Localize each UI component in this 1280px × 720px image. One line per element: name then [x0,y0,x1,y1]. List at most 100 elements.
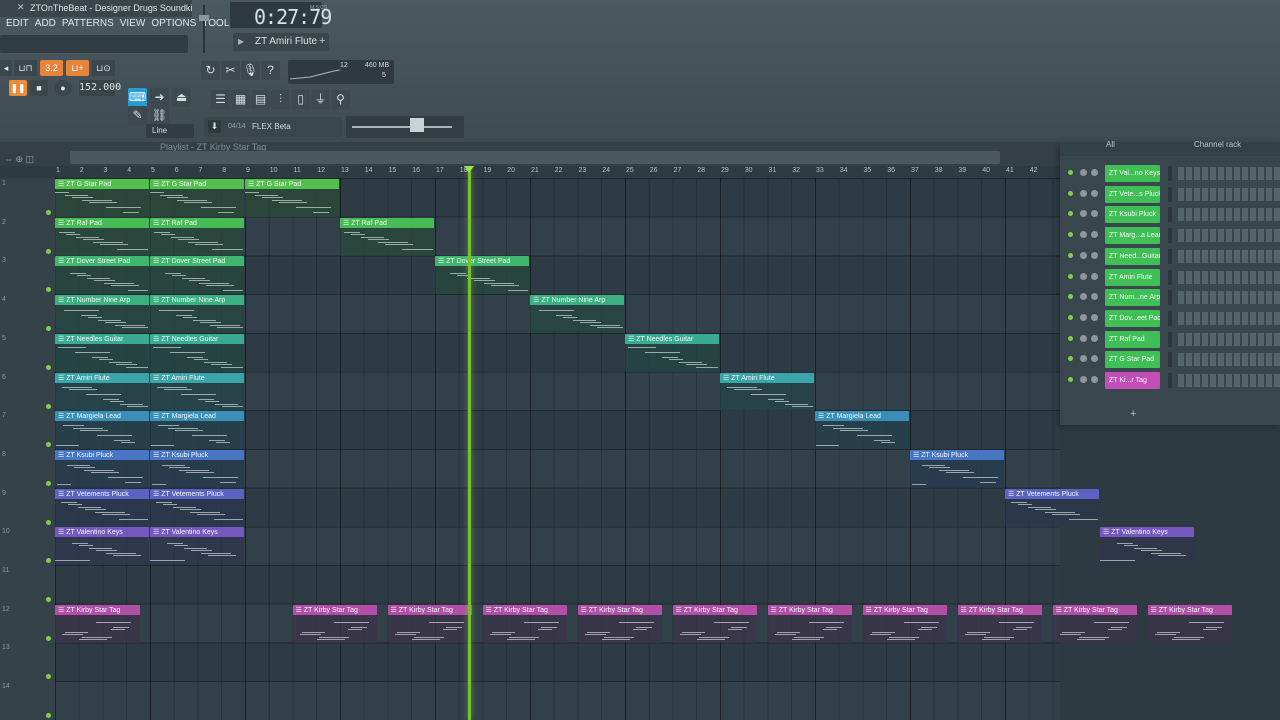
channel-name-button[interactable]: ZT Dov...eet Pad [1105,309,1160,327]
pattern-clip[interactable]: ☰ ZT Kirby Star Tag [1147,604,1232,643]
pattern-clip[interactable]: ☰ ZT Kirby Star Tag [482,604,567,643]
pattern-mode-button[interactable]: 3.2 [40,60,63,76]
track-mute-led[interactable] [46,364,51,370]
step-sequencer[interactable] [1178,332,1280,346]
step-sequencer[interactable] [1178,167,1280,180]
channel-pan-knob[interactable] [1080,376,1087,383]
pattern-clip[interactable]: ☰ ZT Valentino Keys [1100,527,1194,566]
channel-pan-knob[interactable] [1080,210,1087,218]
metronome-icon[interactable]: ⏏ [172,88,191,107]
channel-name-button[interactable]: ZT Ki...r Tag [1105,372,1160,389]
arrow-icon[interactable]: ➜ [150,88,169,107]
channel-mute-led[interactable] [1068,356,1073,362]
close-icon[interactable]: ✕ [17,2,25,13]
track-mute-led[interactable] [46,558,51,564]
channel-row[interactable]: ZT Vete...s Pluck [1060,185,1280,206]
channel-volume-knob[interactable] [1091,210,1098,218]
step-edit-icon[interactable]: ⊔⊓ [14,60,37,76]
pattern-clip[interactable]: ☰ ZT Kirby Star Tag [1052,604,1137,643]
channel-mute-led[interactable] [1068,252,1073,258]
step-sequencer[interactable] [1178,374,1280,387]
step-sequencer[interactable] [1178,187,1280,201]
channel-row[interactable]: ZT Raf Pad [1060,330,1280,351]
channel-pan-knob[interactable] [1080,231,1087,239]
channel-name-button[interactable]: ZT Marg...a Lead [1105,227,1160,245]
playhead-line[interactable] [468,168,471,720]
step-sequencer[interactable] [1178,291,1280,305]
pattern-clip[interactable]: ☰ ZT Margiela Lead [815,411,909,450]
pattern-clip[interactable]: ☰ ZT Number Nine Arp [150,295,244,334]
playhead-marker-icon[interactable] [464,166,474,173]
playlist-grid[interactable]: ☰ ZT G Star Pad ☰ ZT G Star Pad ☰ ZT G Sta… [55,178,1232,720]
help-icon[interactable]: ? [261,61,280,80]
track-mute-led[interactable] [46,442,51,448]
channel-hint[interactable]: ▶ ZT Amiri Flute + [233,33,329,51]
preview-strip[interactable] [346,116,464,138]
channel-pan-knob[interactable] [1080,272,1087,280]
channel-mute-led[interactable] [1068,170,1073,175]
stop-icon[interactable]: ■ [30,80,48,96]
download-icon[interactable]: ⬇ [208,120,221,133]
pattern-clip[interactable]: ☰ ZT Amiri Flute [55,372,149,411]
blend-notes-icon[interactable]: ⊔+ [66,60,89,76]
channel-name-button[interactable]: ZT Need...Guitar [1105,247,1160,265]
pattern-clip[interactable]: ☰ ZT Kirby Star Tag [957,604,1042,643]
pattern-clip[interactable]: ☰ ZT Vetements Pluck [150,488,244,527]
piano-roll-icon[interactable]: ▦ [231,90,250,109]
channel-name-button[interactable]: ZT Vete...s Pluck [1105,185,1160,203]
pattern-clip[interactable]: ☰ ZT Kirby Star Tag [862,604,947,643]
channel-name-button[interactable]: ZT Ksubi Pluck [1105,206,1160,224]
pattern-clip[interactable]: ☰ ZT Number Nine Arp [55,295,149,334]
snap-mode-select[interactable]: Line [146,124,194,138]
pattern-clip[interactable]: ☰ ZT Dover Street Pad [150,256,244,295]
channel-name-button[interactable]: ZT Raf Pad [1105,330,1160,348]
pause-icon[interactable]: ❚❚ [9,80,27,96]
pattern-clip[interactable]: ☰ ZT Number Nine Arp [530,295,624,334]
pattern-clip[interactable]: ☰ ZT Kirby Star Tag [292,604,377,643]
pattern-clip[interactable]: ☰ ZT Ksubi Pluck [910,449,1004,488]
channel-volume-knob[interactable] [1091,251,1098,259]
channel-row[interactable]: ZT Amiri Flute [1060,268,1280,289]
plus-icon[interactable]: + [319,35,325,47]
channel-row[interactable]: ZT Need...Guitar [1060,247,1280,268]
step-sequencer[interactable] [1178,249,1280,263]
pattern-clip[interactable]: ☰ ZT Vetements Pluck [55,488,149,527]
channel-mute-led[interactable] [1068,377,1073,382]
pattern-clip[interactable]: ☰ ZT Needles Guitar [625,333,719,372]
slider-knob[interactable] [199,15,209,21]
track-mute-led[interactable] [46,210,51,215]
channel-volume-knob[interactable] [1091,189,1098,197]
menu-edit[interactable]: EDIT [6,18,29,33]
step-sequencer[interactable] [1178,353,1280,367]
browser-icon[interactable]: ▯ [291,90,310,109]
channel-name-button[interactable]: ZT G Star Pad [1105,351,1160,369]
record-icon[interactable]: ● [54,80,72,96]
step-sequencer[interactable] [1178,229,1280,243]
channel-pan-knob[interactable] [1080,313,1087,321]
pattern-clip[interactable]: ☰ ZT Raf Pad [55,217,149,256]
plugin-icon[interactable]: ⏚ [311,90,330,109]
channel-volume-knob[interactable] [1091,355,1098,363]
channel-mute-led[interactable] [1068,211,1073,217]
channel-volume-knob[interactable] [1091,334,1098,342]
pattern-clip[interactable]: ☰ ZT Kirby Star Tag [387,604,472,643]
pattern-clip[interactable]: ☰ ZT G Star Pad [150,179,244,217]
undo-icon[interactable]: ↻ [201,61,220,80]
plugin-picker[interactable]: ⬇ 04/14 FLEX Beta [204,117,342,137]
channel-row[interactable]: ZT G Star Pad [1060,350,1280,371]
channel-pan-knob[interactable] [1080,251,1087,259]
track-mute-led[interactable] [46,326,51,332]
channel-volume-knob[interactable] [1091,376,1098,383]
preview-handle[interactable] [410,118,424,132]
pattern-clip[interactable]: ☰ ZT Kirby Star Tag [55,604,140,643]
wait-input-icon[interactable]: ⊔⊙ [92,60,115,76]
track-mute-led[interactable] [46,635,51,641]
tempo-display[interactable]: 152.000 [79,80,121,96]
channel-row[interactable]: ZT Ki...r Tag [1060,371,1280,392]
pattern-clip[interactable]: ☰ ZT Needles Guitar [150,333,244,372]
pattern-clip[interactable]: ☰ ZT Ksubi Pluck [55,449,149,488]
pin-icon[interactable]: ⚲ [331,90,350,109]
playlist-h-scrollbar[interactable] [70,151,1000,164]
track-mute-led[interactable] [46,597,51,602]
pattern-clip[interactable]: ☰ ZT Kirby Star Tag [672,604,757,643]
